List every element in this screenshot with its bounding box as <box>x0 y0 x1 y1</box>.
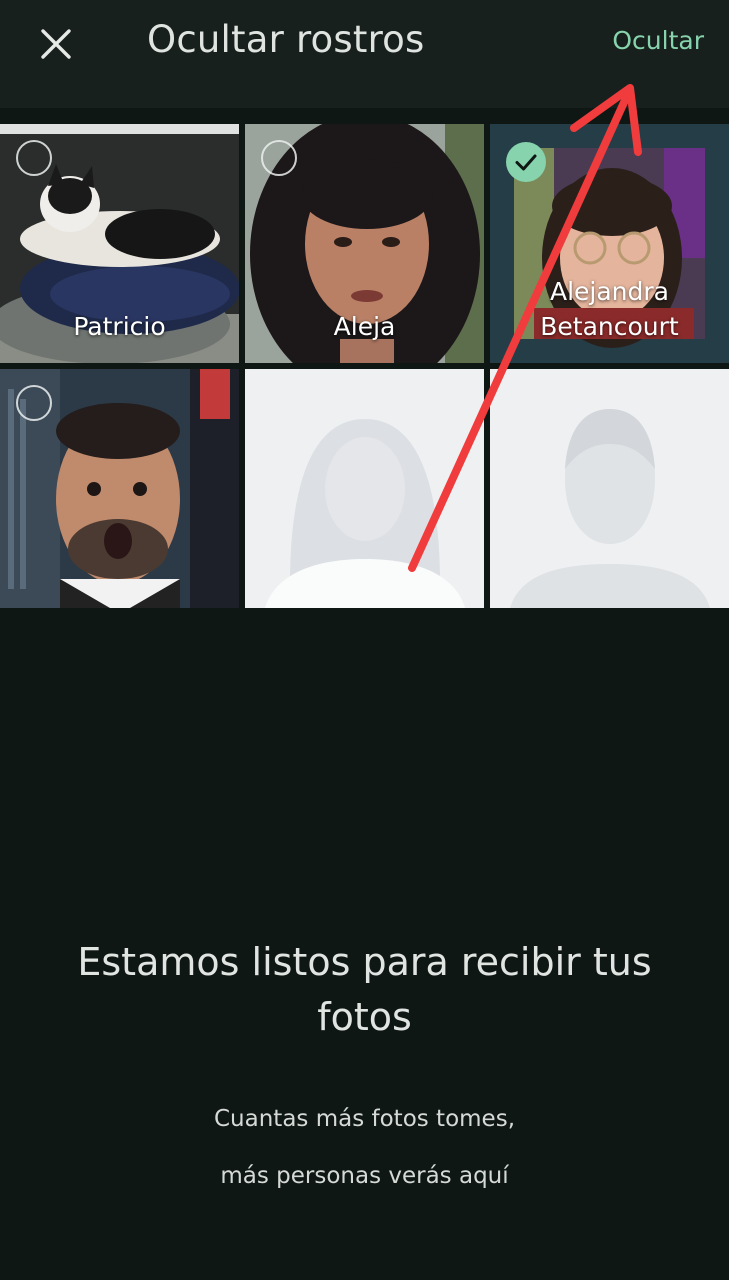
face-tile-patricio[interactable]: Patricio <box>0 124 239 363</box>
checkmark-icon <box>515 154 537 171</box>
empty-state-line: Cuantas más fotos tomes, <box>214 1106 515 1132</box>
hide-action-button[interactable]: Ocultar <box>612 26 704 55</box>
face-placeholder-tile <box>245 369 484 608</box>
face-tile-unnamed[interactable] <box>0 369 239 608</box>
close-icon <box>41 29 71 59</box>
empty-state-body: Cuantas más fotos tomes, más personas ve… <box>0 1091 729 1205</box>
face-name: Aleja <box>333 312 396 341</box>
select-ring[interactable] <box>261 140 297 176</box>
page-title: Ocultar rostros <box>147 18 425 61</box>
empty-state: Estamos listos para recibir tus fotos Cu… <box>0 935 729 1205</box>
top-app-bar: Ocultar rostros Ocultar <box>0 0 729 108</box>
empty-state-line: más personas verás aquí <box>220 1163 509 1189</box>
select-ring[interactable] <box>16 385 52 421</box>
close-button[interactable] <box>28 16 84 72</box>
face-name: Patricio <box>73 312 166 341</box>
selected-check-icon[interactable] <box>506 142 546 182</box>
person-placeholder-icon <box>490 369 729 608</box>
face-name: Alejandra Betancourt <box>540 277 679 341</box>
person-placeholder-icon <box>245 369 484 608</box>
face-tile-aleja[interactable]: Aleja <box>245 124 484 363</box>
hide-faces-screen: Ocultar rostros Ocultar Patricio Aleja A… <box>0 0 729 1280</box>
empty-state-title: Estamos listos para recibir tus fotos <box>77 940 652 1039</box>
select-ring[interactable] <box>16 140 52 176</box>
face-placeholder-tile <box>490 369 729 608</box>
